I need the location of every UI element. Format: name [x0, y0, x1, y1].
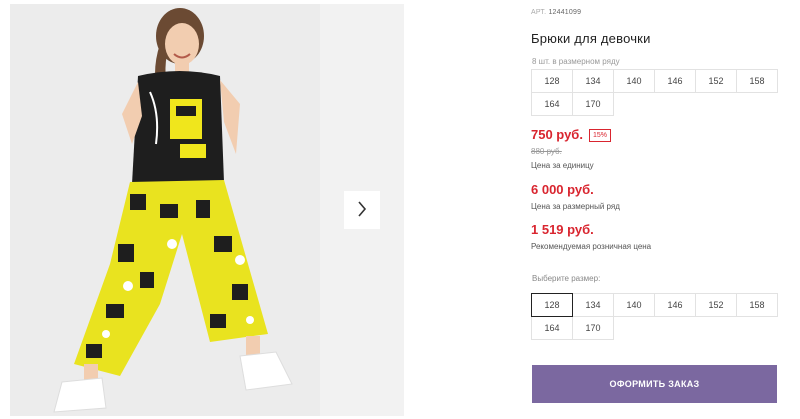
gallery-next-button[interactable]: [344, 191, 380, 229]
retail-price: 1 519 руб.: [531, 222, 594, 237]
pack-price: 6 000 руб.: [531, 182, 594, 197]
size-option[interactable]: 170: [572, 316, 614, 340]
unit-price: 750 руб.: [531, 127, 583, 142]
pack-sizes-grid: 128 134 140 146 152 158 164 170: [531, 69, 780, 116]
product-gallery: [0, 0, 404, 419]
size-selector-row: 128 134 140 146 152 158: [531, 293, 780, 317]
sku-label: АРТ.: [531, 9, 547, 16]
size-selector-row: 164 170: [531, 316, 780, 340]
choose-size-label: Выберите размер:: [532, 274, 601, 283]
pack-note: 8 шт. в размерном ряду: [532, 57, 620, 66]
size-selector: 128 134 140 146 152 158 164 170: [531, 293, 780, 340]
product-info: АРТ. 12441099 Брюки для девочки 8 шт. в …: [530, 0, 800, 419]
size-option[interactable]: 158: [736, 293, 778, 317]
unit-price-label: Цена за единицу: [531, 161, 594, 170]
size-option-selected[interactable]: 128: [531, 293, 573, 317]
discount-badge: 15%: [589, 129, 612, 142]
size-option[interactable]: 134: [572, 293, 614, 317]
pack-size-cell: 146: [654, 69, 696, 93]
pack-size-cell: 152: [695, 69, 737, 93]
size-option[interactable]: 140: [613, 293, 655, 317]
size-option[interactable]: 164: [531, 316, 573, 340]
pack-price-label: Цена за размерный ряд: [531, 202, 620, 211]
product-title: Брюки для девочки: [531, 31, 651, 46]
pack-size-cell: 134: [572, 69, 614, 93]
product-photo: [10, 4, 320, 416]
order-button[interactable]: ОФОРМИТЬ ЗАКАЗ: [532, 365, 777, 403]
pack-sizes-row: 164 170: [531, 92, 780, 116]
pack-size-cell: 128: [531, 69, 573, 93]
size-option[interactable]: 152: [695, 293, 737, 317]
pack-sizes-row: 128 134 140 146 152 158: [531, 69, 780, 93]
chevron-right-icon: [357, 200, 367, 220]
old-price: 880 руб.: [531, 147, 562, 156]
pack-size-cell: 158: [736, 69, 778, 93]
retail-price-label: Рекомендуемая розничная цена: [531, 242, 652, 251]
pack-size-cell: 164: [531, 92, 573, 116]
pack-size-cell: 170: [572, 92, 614, 116]
product-sku: АРТ. 12441099: [531, 9, 581, 16]
sku-number: 12441099: [548, 9, 582, 16]
size-option[interactable]: 146: [654, 293, 696, 317]
pack-size-cell: 140: [613, 69, 655, 93]
